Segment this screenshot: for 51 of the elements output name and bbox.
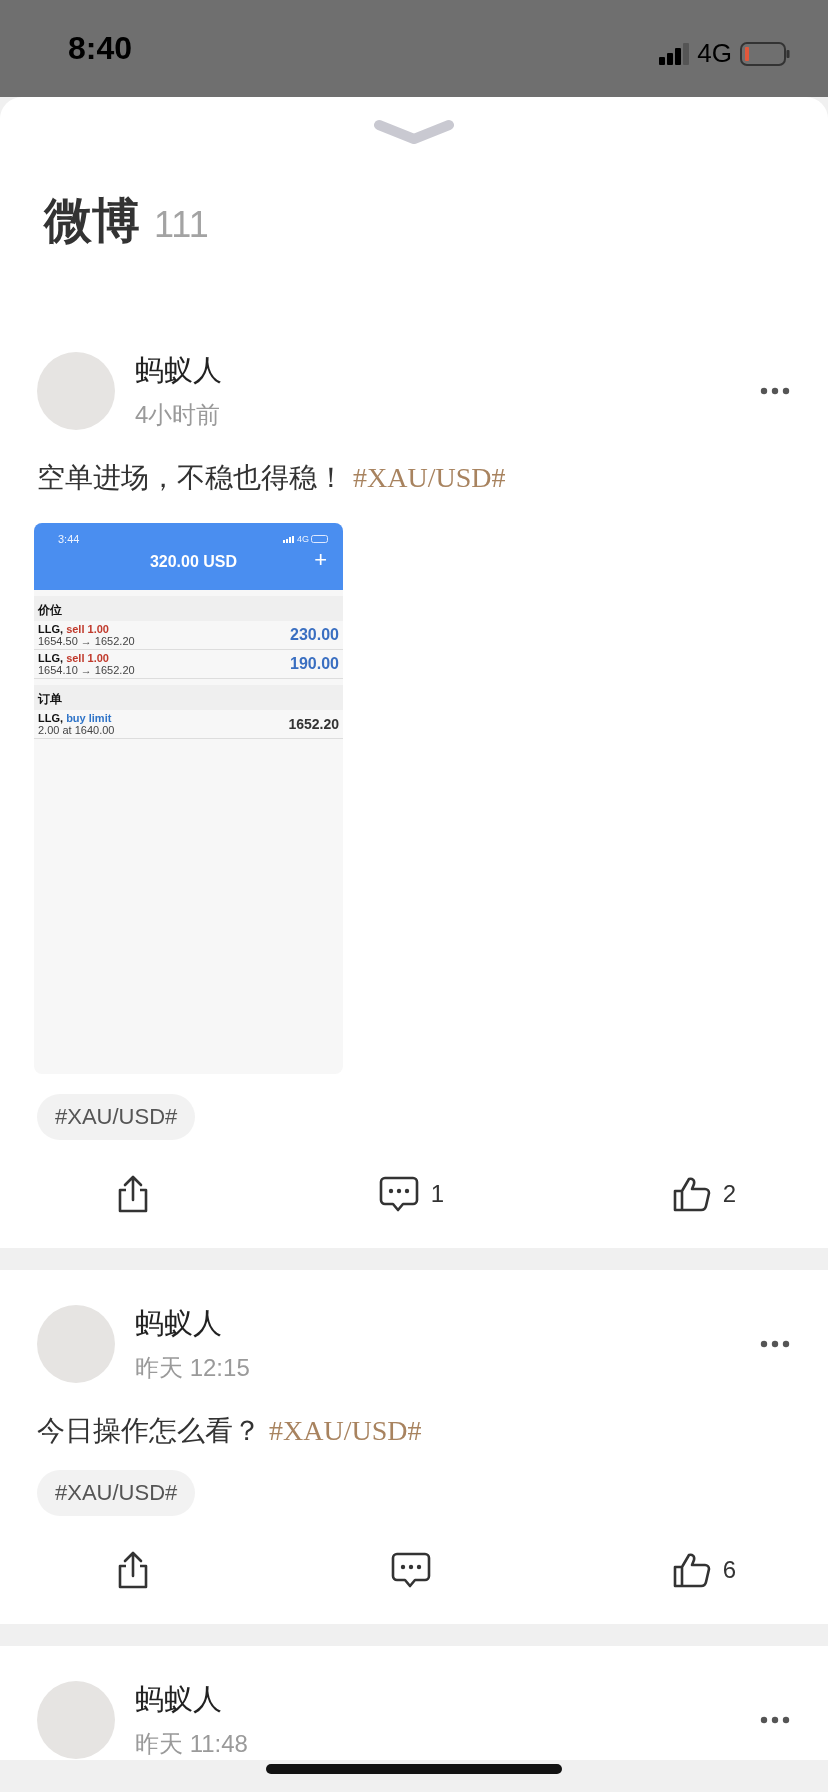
topic-tag[interactable]: #XAU/USD#: [37, 1470, 196, 1516]
battery-icon: [740, 41, 790, 66]
price-detail: 2.00 at 1640.00: [38, 724, 115, 736]
post-text: 空单进场，不稳也得稳！ #XAU/USD#: [37, 461, 507, 495]
section-heading: 价位: [34, 596, 343, 621]
more-icon[interactable]: [760, 1716, 790, 1724]
thumbs-up-icon: [672, 1552, 711, 1588]
post-count: 111: [154, 204, 209, 246]
sheet-title: 微博: [44, 193, 140, 249]
author-name[interactable]: 蚂蚁人: [135, 1304, 760, 1344]
thumbs-up-icon: [672, 1176, 711, 1212]
more-icon[interactable]: [760, 1340, 790, 1348]
author-name[interactable]: 蚂蚁人: [135, 351, 760, 391]
screenshot-network: 4G: [297, 534, 309, 544]
post-time: 4小时前: [135, 400, 222, 430]
section-heading: 订单: [34, 685, 343, 710]
post-time: 昨天 11:48: [135, 1729, 249, 1759]
signal-icon: [659, 42, 690, 65]
network-label: 4G: [697, 38, 732, 69]
price-detail: 1654.50 → 1652.20: [38, 635, 135, 647]
comment-button[interactable]: 1: [378, 1176, 444, 1212]
comment-icon: [391, 1552, 432, 1588]
row-value: 230.00: [290, 626, 339, 644]
share-button[interactable]: [116, 1175, 150, 1213]
like-button[interactable]: 6: [672, 1552, 736, 1588]
trade-screenshot[interactable]: 3:44 4G 320.00 USD + 价位 LLG, sell 1.00 1654.50 → 1652.20 230.00 LLG, sell 1.00 1654.10 → 1652.20 190.00 订单 LLG, buy limit 2.00 at 1640.00 1652.20: [34, 523, 343, 1074]
row-value: 190.00: [290, 655, 339, 673]
row-value: 1652.20: [288, 716, 339, 732]
battery-icon: [311, 535, 329, 543]
order-label: sell 1.00: [66, 652, 109, 664]
symbol-label: LLG,: [38, 712, 64, 724]
comment-button[interactable]: [391, 1552, 432, 1588]
share-button[interactable]: [116, 1551, 150, 1589]
price-detail: 1654.10 → 1652.20: [38, 664, 135, 676]
signal-icon: [283, 535, 295, 543]
symbol-label: LLG,: [38, 623, 64, 635]
status-time: 8:40: [68, 30, 133, 67]
comment-icon: [378, 1176, 419, 1212]
symbol-label: LLG,: [38, 652, 64, 664]
order-label: sell 1.00: [66, 623, 109, 635]
share-icon: [116, 1551, 150, 1589]
screenshot-time: 3:44: [58, 533, 80, 545]
share-icon: [116, 1175, 150, 1213]
balance-title: 320.00 USD: [149, 553, 238, 571]
order-label: buy limit: [66, 712, 112, 724]
post-time: 昨天 12:15: [135, 1353, 251, 1383]
author-name[interactable]: 蚂蚁人: [135, 1680, 760, 1720]
post-text: 今日操作怎么看？ #XAU/USD#: [37, 1414, 423, 1448]
more-icon[interactable]: [760, 387, 790, 395]
like-button[interactable]: 2: [672, 1176, 736, 1212]
topic-tag[interactable]: #XAU/USD#: [37, 1094, 196, 1140]
